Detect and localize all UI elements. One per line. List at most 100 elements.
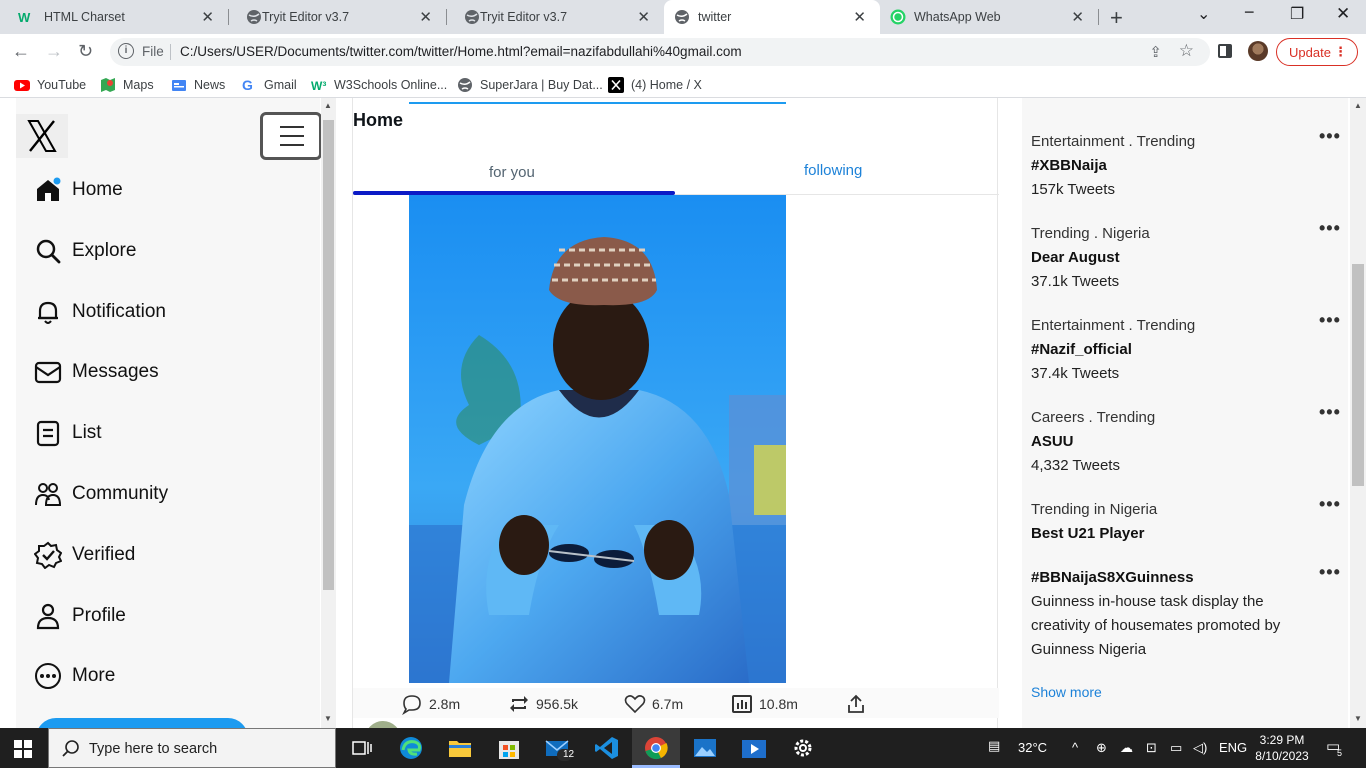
network-globe-icon[interactable]: ⊕ <box>1096 740 1107 756</box>
browser-tab[interactable]: Tryit Editor v3.7 ✕ <box>228 0 446 34</box>
file-explorer-icon[interactable] <box>446 734 474 762</box>
x-logo-icon[interactable] <box>16 114 68 158</box>
sidebar-item-explore[interactable]: Explore <box>34 233 136 269</box>
bookmark-label: W3Schools Online... <box>334 78 448 92</box>
minimize-icon[interactable]: − <box>1244 2 1255 23</box>
sidebar-item-verified[interactable]: Verified <box>33 537 135 573</box>
more-options-icon[interactable]: ••• <box>1319 308 1341 332</box>
close-icon[interactable]: ✕ <box>419 8 432 26</box>
more-options-icon[interactable]: ••• <box>1319 492 1341 516</box>
forward-icon[interactable]: → <box>45 41 63 62</box>
volume-icon[interactable]: ◁) <box>1193 740 1207 756</box>
trend-item[interactable]: Trending . Nigeria Dear August 37.1k Twe… <box>1031 218 1340 294</box>
tab-for-you[interactable]: for you <box>489 164 535 181</box>
update-button[interactable]: Update ⋮ <box>1276 38 1358 66</box>
taskbar-search[interactable]: Type here to search <box>48 728 336 768</box>
close-icon[interactable]: ✕ <box>853 8 866 26</box>
promoted-trend[interactable]: #BBNaijaS8XGuinness Guinness in-house ta… <box>1031 562 1340 662</box>
chevron-up-icon[interactable]: ^ <box>1072 740 1078 755</box>
tab-following[interactable]: following <box>804 162 862 179</box>
cloud-icon[interactable]: ☁ <box>1120 740 1133 756</box>
trend-item[interactable]: Careers . Trending ASUU 4,332 Tweets ••• <box>1031 402 1340 478</box>
trend-item[interactable]: Entertainment . Trending #Nazif_official… <box>1031 310 1340 386</box>
media-player-icon[interactable] <box>740 734 768 762</box>
device-icon[interactable]: ⊡ <box>1146 740 1157 756</box>
reload-icon[interactable]: ↻ <box>78 41 93 62</box>
bookmark-maps[interactable]: Maps <box>100 77 154 93</box>
chevron-down-icon[interactable]: ⌄ <box>1197 4 1210 24</box>
whatsapp-icon <box>890 9 906 25</box>
share-action[interactable] <box>845 693 873 715</box>
windows-start-icon[interactable] <box>14 740 32 758</box>
browser-tab-active[interactable]: twitter ✕ <box>664 0 880 34</box>
scroll-down-icon[interactable]: ▼ <box>324 714 332 723</box>
omnibox[interactable]: i File C:/Users/USER/Documents/twitter.c… <box>110 38 1210 66</box>
scrollbar-thumb[interactable] <box>1352 264 1364 486</box>
new-tab-icon[interactable]: + <box>1110 5 1123 31</box>
promoted-text: Guinness in-house task display the <box>1031 593 1264 610</box>
retweet-action[interactable]: 956.5k <box>508 693 578 715</box>
url-text[interactable]: C:/Users/USER/Documents/twitter.com/twit… <box>180 44 742 59</box>
bookmark-superjara[interactable]: SuperJara | Buy Dat... <box>457 77 603 93</box>
language-indicator[interactable]: ENG <box>1219 740 1247 755</box>
bookmark-gmail[interactable]: G Gmail <box>241 77 297 93</box>
battery-icon[interactable]: ▭ <box>1170 740 1182 756</box>
back-icon[interactable]: ← <box>12 41 30 62</box>
avatar[interactable] <box>365 721 401 728</box>
edge-icon[interactable] <box>397 734 425 762</box>
vscode-icon[interactable] <box>593 734 621 762</box>
bookmark-x-home[interactable]: (4) Home / X <box>608 77 702 93</box>
photos-icon[interactable] <box>691 734 719 762</box>
close-icon[interactable]: ✕ <box>1071 8 1084 26</box>
close-icon[interactable]: ✕ <box>637 8 650 26</box>
views-action[interactable]: 10.8m <box>731 693 798 715</box>
scroll-up-icon[interactable]: ▲ <box>1354 101 1362 110</box>
trend-item[interactable]: Entertainment . Trending #XBBNaija 157k … <box>1031 126 1340 202</box>
bookmark-news[interactable]: News <box>171 77 225 93</box>
sidebar-item-home[interactable]: Home <box>34 172 123 208</box>
more-options-icon[interactable]: ••• <box>1319 216 1341 240</box>
task-view-icon[interactable] <box>348 734 376 762</box>
reply-action[interactable]: 2.8m <box>401 693 460 715</box>
more-options-icon[interactable]: ••• <box>1319 124 1341 148</box>
like-action[interactable]: 6.7m <box>624 693 683 715</box>
restore-icon[interactable]: ❐ <box>1290 4 1304 24</box>
info-icon[interactable]: i <box>118 43 134 59</box>
more-options-icon[interactable]: ••• <box>1319 400 1341 424</box>
system-clock[interactable]: 3:29 PM 8/10/2023 <box>1248 732 1316 764</box>
browser-tab[interactable]: W HTML Charset ✕ <box>0 0 228 34</box>
store-icon[interactable] <box>495 734 523 762</box>
side-panel-icon[interactable] <box>1218 44 1232 58</box>
trend-item[interactable]: Trending in Nigeria Best U21 Player ••• <box>1031 494 1340 546</box>
sidebar-item-more[interactable]: More <box>34 658 115 694</box>
weather-temp[interactable]: 32°C <box>1018 740 1047 755</box>
show-more-link[interactable]: Show more <box>1031 684 1102 700</box>
close-icon[interactable]: ✕ <box>201 8 214 26</box>
tweet-photo[interactable] <box>409 195 786 683</box>
hamburger-menu-icon[interactable] <box>260 112 322 160</box>
bookmark-w3schools[interactable]: W³ W3Schools Online... <box>311 77 447 93</box>
profile-avatar[interactable] <box>1248 41 1268 61</box>
sidebar-item-profile[interactable]: Profile <box>34 598 126 634</box>
browser-tab[interactable]: WhatsApp Web ✕ <box>880 0 1098 34</box>
scrollbar-thumb[interactable] <box>323 120 334 590</box>
settings-gear-icon[interactable] <box>789 734 817 762</box>
sidebar-item-messages[interactable]: Messages <box>34 354 159 390</box>
browser-tab[interactable]: Tryit Editor v3.7 ✕ <box>446 0 664 34</box>
close-window-icon[interactable]: ✕ <box>1336 4 1350 24</box>
sidebar-item-community[interactable]: Community <box>34 476 168 512</box>
chrome-icon[interactable] <box>642 734 670 762</box>
bookmark-star-icon[interactable]: ☆ <box>1179 41 1194 61</box>
sidebar-scrollbar[interactable]: ▲ ▼ <box>321 98 336 728</box>
sidebar-item-notification[interactable]: Notification <box>34 294 166 330</box>
tweet-button[interactable] <box>36 718 248 728</box>
sidebar-item-list[interactable]: List <box>34 415 102 451</box>
share-icon[interactable]: ⇪ <box>1149 43 1162 61</box>
weather-icon[interactable]: ▤ <box>988 738 1000 754</box>
scroll-up-icon[interactable]: ▲ <box>324 101 332 110</box>
page-scrollbar[interactable]: ▲ ▼ <box>1350 98 1366 728</box>
bookmark-youtube[interactable]: YouTube <box>14 77 86 93</box>
more-options-icon[interactable]: ••• <box>1319 560 1341 584</box>
scroll-down-icon[interactable]: ▼ <box>1354 714 1362 723</box>
promoted-text: Guinness Nigeria <box>1031 641 1147 658</box>
